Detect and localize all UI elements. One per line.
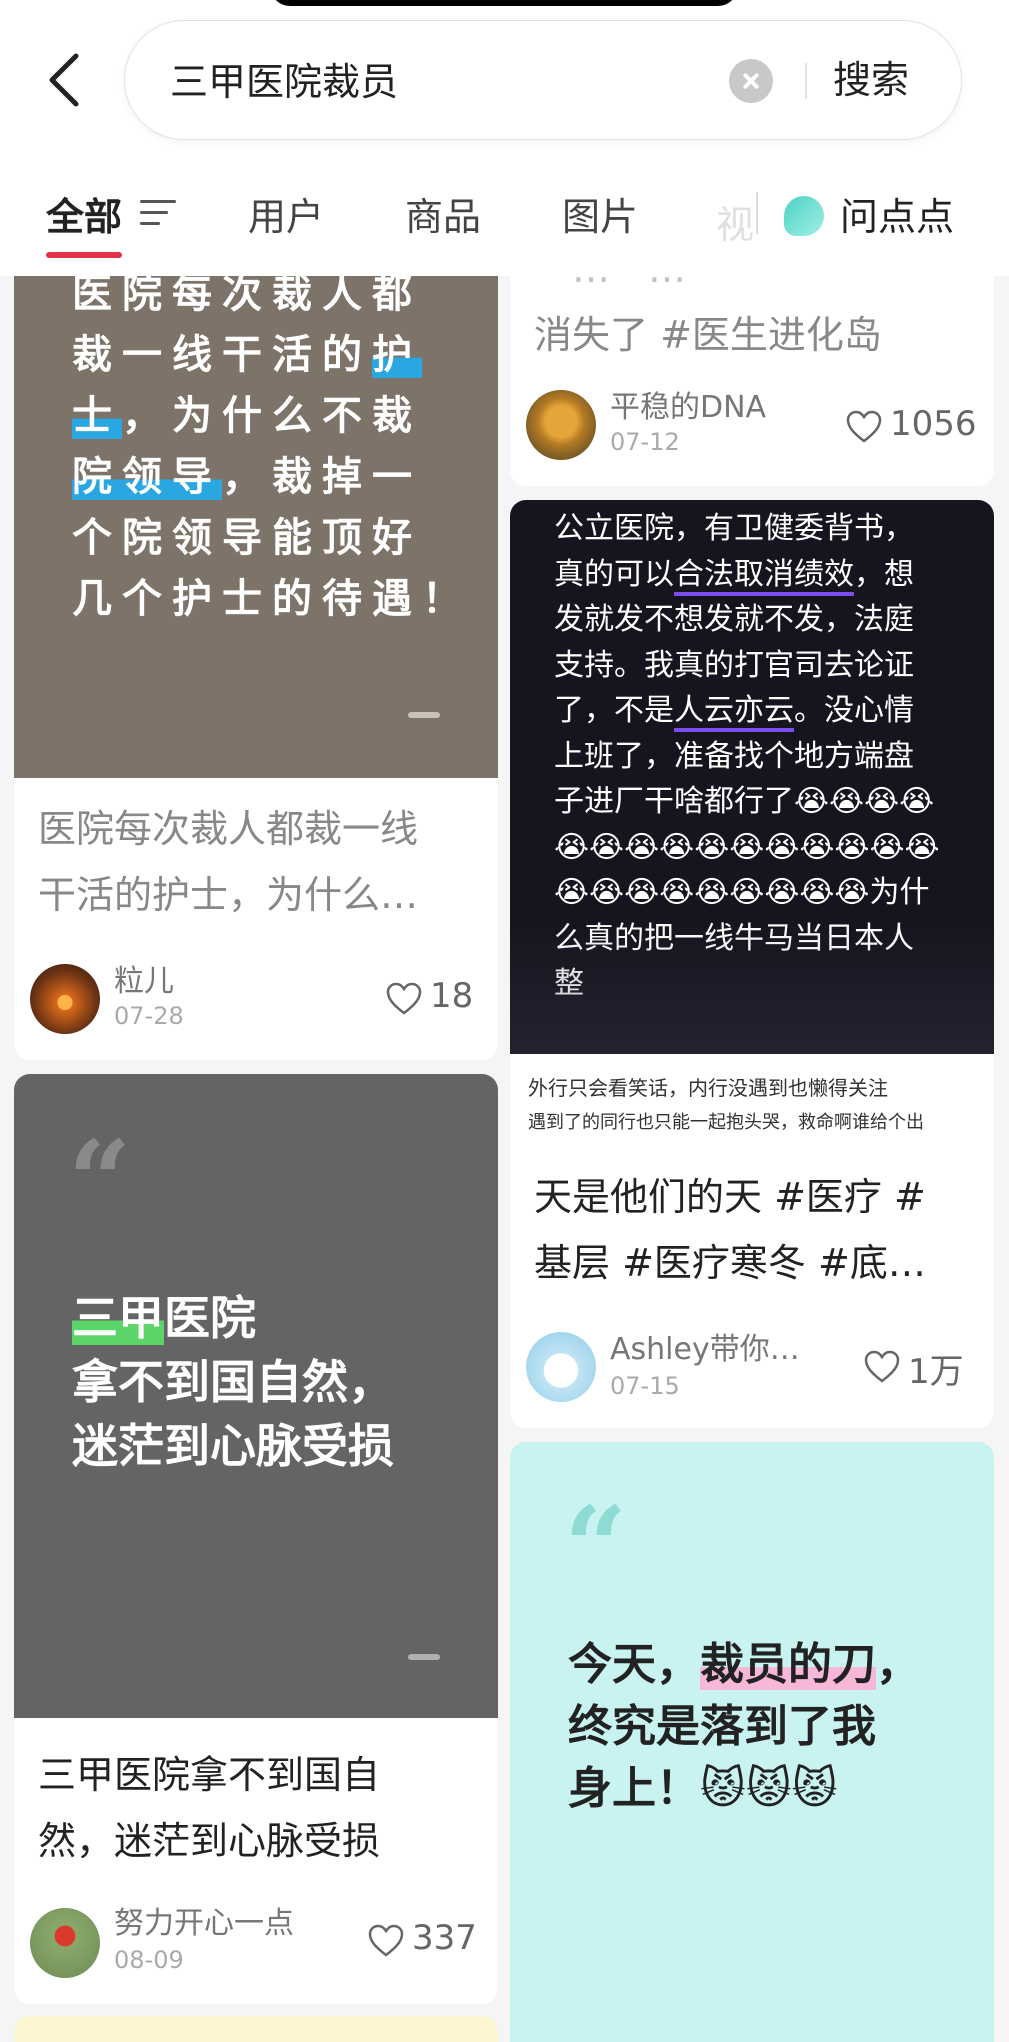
note-cover: “ 今天，裁员的刀， 终究是落到了我 身上！😾😾😾 <box>510 1442 994 2042</box>
cover-text-line: 终究是落到了我 <box>568 1701 876 1752</box>
cover-text-line: 。没心情 <box>794 693 914 728</box>
note-title: 医院每次裁人都裁一线 <box>38 807 419 851</box>
cover-text-line: 😭😭😭😭😭😭😭😭😭为什 <box>554 875 930 910</box>
like-count: 18 <box>430 976 474 1016</box>
post-date: 07-15 <box>610 1372 680 1400</box>
cover-text-line: ， <box>876 1639 920 1690</box>
note-title: 天是他们的天 #医疗 # <box>534 1175 926 1219</box>
like-count: 1万 <box>908 1352 964 1392</box>
cover-pattern <box>510 924 994 1054</box>
cover-caption: 外行只会看笑话，内行没遇到也懒得关注 遇到了的同行也只能一起抱头哭，救命啊谁给个… <box>510 1054 994 1134</box>
avatar[interactable] <box>526 390 596 460</box>
note-title: 干活的护士，为什么… <box>38 873 419 917</box>
note-cover: 公立医院，有卫健委背书， 真的可以合法取消绩效，想 发就发不想发就不发，法庭 支… <box>510 500 994 1134</box>
search-header: 三甲医院裁员 搜索 全部 用户 商品 图片 视 问点点 <box>0 0 1009 276</box>
author-name[interactable]: Ashley带你… <box>610 1324 800 1368</box>
cover-dash <box>408 1654 440 1660</box>
cover-text-line: 迷茫到心脉受损 <box>72 1419 394 1473</box>
note-title: 然，迷茫到心脉受损 <box>38 1819 381 1863</box>
note-card[interactable]: “ 三甲医院 拿不到国自然， 迷茫到心脉受损 三甲医院拿不到国自 然，迷茫到心脉… <box>14 1074 498 2004</box>
cover-text-line: 裁一线干活的 <box>72 332 372 378</box>
tab-images[interactable]: 图片 <box>562 186 638 241</box>
cover-text-line: ，想 <box>854 556 914 592</box>
chat-bubble-icon <box>784 196 824 236</box>
note-card[interactable]: 医院每次裁人都 裁一线干活的护 士，为什么不裁 院领导，裁掉一 个院领导能顶好 … <box>14 276 498 1060</box>
cover-text-line: 医院每次裁人都 <box>72 276 422 317</box>
author-name[interactable]: 平稳的DNA <box>610 382 766 426</box>
note-title: 一…一… <box>534 276 974 302</box>
tab-divider <box>756 192 758 234</box>
cover-text-line: 支持。我真的打官司去论证 <box>554 647 914 683</box>
search-bar[interactable]: 三甲医院裁员 搜索 <box>124 20 962 140</box>
cover-dash <box>408 712 440 718</box>
heart-icon[interactable] <box>368 1924 404 1958</box>
cover-highlight: 护 <box>372 332 422 378</box>
cover-text-line: 几个护士的待遇！ <box>72 576 472 622</box>
note-cover: “ 三甲医院 拿不到国自然， 迷茫到心脉受损 <box>14 1074 498 1718</box>
note-title: 基层 #医疗寒冬 #底… <box>534 1241 926 1285</box>
avatar[interactable] <box>526 1332 596 1402</box>
note-card[interactable]: 一…一… 消失了 #医生进化岛 平稳的DNA 07-12 1056 <box>510 276 994 486</box>
note-title: 消失了 #医生进化岛 <box>534 313 882 357</box>
note-card[interactable]: “ 今天，裁员的刀， 终究是落到了我 身上！😾😾😾 <box>510 1442 994 2042</box>
cover-text-line: 拿不到国自然， <box>72 1355 394 1409</box>
search-input[interactable]: 三甲医院裁员 <box>170 51 398 106</box>
tab-users[interactable]: 用户 <box>248 186 324 241</box>
cover-text-line: 了，不是 <box>554 693 674 728</box>
post-date: 07-12 <box>610 428 680 456</box>
clear-icon[interactable] <box>729 59 773 103</box>
post-date: 07-28 <box>114 1002 184 1030</box>
avatar[interactable] <box>30 1908 100 1978</box>
cover-text-line: 个院领导能顶好 <box>72 515 422 561</box>
filter-icon[interactable] <box>140 200 176 230</box>
cover-highlight: 院领导 <box>72 454 222 500</box>
author-name[interactable]: 努力开心一点 <box>114 1898 294 1942</box>
note-card-peek[interactable] <box>14 2016 498 2042</box>
camera-notch <box>270 0 738 6</box>
cover-underline: 合法取消绩效 <box>674 556 854 596</box>
note-cover: 医院每次裁人都 裁一线干活的护 士，为什么不裁 院领导，裁掉一 个院领导能顶好 … <box>14 276 498 778</box>
like-count: 1056 <box>890 404 977 444</box>
cover-highlight: 三甲 <box>72 1291 164 1345</box>
cover-text-line: 公立医院，有卫健委背书， <box>554 511 914 546</box>
author-name[interactable]: 粒儿 <box>114 956 174 1000</box>
cover-highlight: 士 <box>72 393 122 439</box>
heart-icon[interactable] <box>386 982 422 1016</box>
tab-videos[interactable]: 视 <box>716 194 754 249</box>
search-button[interactable]: 搜索 <box>833 49 909 104</box>
cover-text-line: ，裁掉一 <box>222 454 422 500</box>
cover-highlight: 裁员的刀 <box>700 1639 876 1690</box>
caption-line: 外行只会看笑话，内行没遇到也懒得关注 <box>528 1076 888 1100</box>
cover-text-line: 发就发不想发就不发，法庭 <box>554 602 914 637</box>
heart-icon[interactable] <box>846 410 882 444</box>
quote-icon: “ <box>564 1482 628 1611</box>
cover-text-line: 子进厂干啥都行了😭😭😭😭 <box>554 784 935 819</box>
back-button[interactable] <box>40 50 90 110</box>
active-tab-indicator <box>46 252 122 258</box>
tab-all[interactable]: 全部 <box>46 186 122 241</box>
cover-text-line: 今天， <box>568 1639 700 1690</box>
cover-text-line: ，为什么不裁 <box>122 393 422 439</box>
tab-products[interactable]: 商品 <box>405 186 481 241</box>
search-divider <box>805 63 807 99</box>
avatar[interactable] <box>30 964 100 1034</box>
quote-icon: “ <box>68 1116 132 1245</box>
cover-text-line: 医院 <box>164 1291 256 1345</box>
cover-text-line: 上班了，准备找个地方端盘 <box>554 738 914 774</box>
cover-underline: 人云亦云 <box>674 693 794 732</box>
result-tabs: 全部 用户 商品 图片 视 问点点 <box>0 178 1009 268</box>
cover-text-line: 身上！😾😾😾 <box>568 1763 838 1814</box>
cover-text-line: 真的可以 <box>554 556 674 592</box>
chevron-left-icon <box>49 53 79 107</box>
heart-icon[interactable] <box>864 1350 900 1384</box>
cover-text-line: 😭😭😭😭😭😭😭😭😭😭😭 <box>554 829 940 865</box>
note-title: 三甲医院拿不到国自 <box>38 1753 381 1797</box>
caption-line: 遇到了的同行也只能一起抱头哭，救命啊谁给个出 <box>528 1112 924 1133</box>
wendiandian-label: 问点点 <box>840 195 955 239</box>
like-count: 337 <box>412 1918 477 1958</box>
post-date: 08-09 <box>114 1946 184 1974</box>
note-card[interactable]: 公立医院，有卫健委背书， 真的可以合法取消绩效，想 发就发不想发就不发，法庭 支… <box>510 500 994 1428</box>
